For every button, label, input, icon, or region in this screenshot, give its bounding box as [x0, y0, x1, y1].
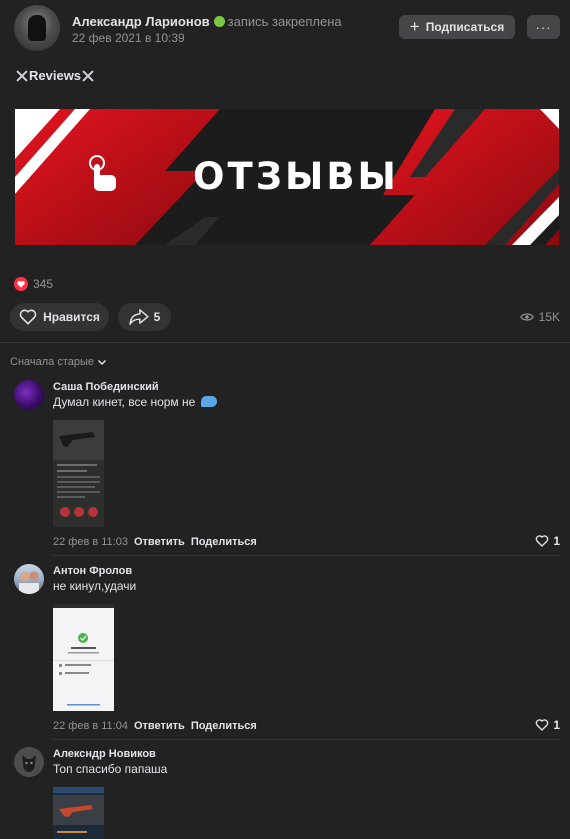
comment: Саша Побединский Думал кинет, все норм н…	[14, 380, 560, 550]
comment-like-count: 1	[553, 718, 560, 732]
heart-reaction-icon	[14, 277, 28, 291]
whale-emoji-icon	[200, 396, 217, 407]
commenter-avatar[interactable]	[14, 747, 44, 777]
reactions-count: 345	[33, 277, 54, 291]
comment-screenshot-image[interactable]	[53, 420, 104, 527]
heart-outline-icon	[19, 309, 37, 325]
share-arrow-icon	[129, 309, 149, 325]
shares-count: 5	[153, 310, 161, 324]
comment-like-button[interactable]: 1	[535, 718, 560, 732]
divider	[0, 342, 570, 343]
comments-sort-dropdown[interactable]: Сначала старые	[10, 356, 107, 368]
comment-text: не кинул,удачи	[53, 579, 137, 593]
subscribe-label: Подписаться	[425, 20, 505, 34]
comment-date[interactable]: 22 фев в 11:04	[53, 720, 128, 732]
comment-meta: 22 фев в 11:03 Ответить Поделиться	[53, 536, 257, 548]
comment-like-count: 1	[553, 534, 560, 548]
heart-outline-icon	[536, 719, 549, 731]
plus-icon: +	[409, 17, 420, 36]
comment: Антон Фролов не кинул,удачи 22 фев в 11:…	[14, 564, 560, 734]
like-button[interactable]: Нравится	[10, 303, 109, 331]
post-banner-image[interactable]: ОТЗЫВЫ	[15, 109, 559, 245]
share-comment-button[interactable]: Поделиться	[191, 720, 257, 732]
divider	[53, 555, 560, 556]
commenter-avatar[interactable]	[14, 380, 44, 410]
views-count: 15K	[538, 310, 560, 324]
views-counter: 15K	[519, 310, 560, 324]
comment-like-button[interactable]: 1	[535, 534, 560, 548]
author-row: Александр Ларионов запись закреплена	[72, 14, 342, 29]
commenter-name[interactable]: Алексндр Новиков	[53, 748, 156, 760]
comment-screenshot-image[interactable]	[53, 604, 114, 711]
apple-emoji-icon	[213, 16, 225, 27]
reactions-summary[interactable]: 345	[14, 277, 53, 291]
chevron-down-icon	[97, 359, 107, 366]
post-text-label: Reviews	[29, 68, 82, 83]
more-options-button[interactable]: ···	[527, 15, 560, 39]
subscribe-button[interactable]: + Подписаться	[399, 15, 515, 39]
eye-icon	[519, 313, 534, 321]
comment-text: Топ спасибо папаша	[53, 762, 168, 776]
comment-date[interactable]: 22 фев в 11:03	[53, 536, 128, 548]
comment-text: Думал кинет, все норм не	[53, 395, 217, 409]
post-action-bar: Нравится 5 15K	[10, 303, 560, 331]
reply-button[interactable]: Ответить	[134, 536, 185, 548]
comment-meta: 22 фев в 11:04 Ответить Поделиться	[53, 720, 257, 732]
author-avatar[interactable]	[14, 5, 60, 51]
pinned-label: запись закреплена	[227, 14, 342, 29]
heart-outline-icon	[536, 535, 549, 547]
like-label: Нравится	[43, 310, 100, 324]
comment-screenshot-image[interactable]	[53, 787, 104, 839]
author-name[interactable]: Александр Ларионов	[72, 14, 210, 29]
divider	[53, 739, 560, 740]
reply-button[interactable]: Ответить	[134, 720, 185, 732]
crossed-swords-icon	[81, 69, 95, 83]
share-comment-button[interactable]: Поделиться	[191, 536, 257, 548]
post-header: Александр Ларионов запись закреплена 22 ф…	[14, 5, 560, 51]
commenter-avatar[interactable]	[14, 564, 44, 594]
crossed-swords-icon	[15, 69, 29, 83]
post-text: Reviews	[15, 68, 95, 83]
commenter-name[interactable]: Антон Фролов	[53, 565, 132, 577]
comment: Алексндр Новиков Топ спасибо папаша	[14, 747, 560, 839]
commenter-name[interactable]: Саша Побединский	[53, 381, 159, 393]
share-button[interactable]: 5	[118, 303, 171, 331]
banner-title: ОТЗЫВЫ	[193, 155, 399, 198]
comment-text-label: Думал кинет, все норм не	[53, 395, 196, 409]
comments-sort-label: Сначала старые	[10, 356, 95, 368]
post-date[interactable]: 22 фев 2021 в 10:39	[72, 31, 185, 45]
